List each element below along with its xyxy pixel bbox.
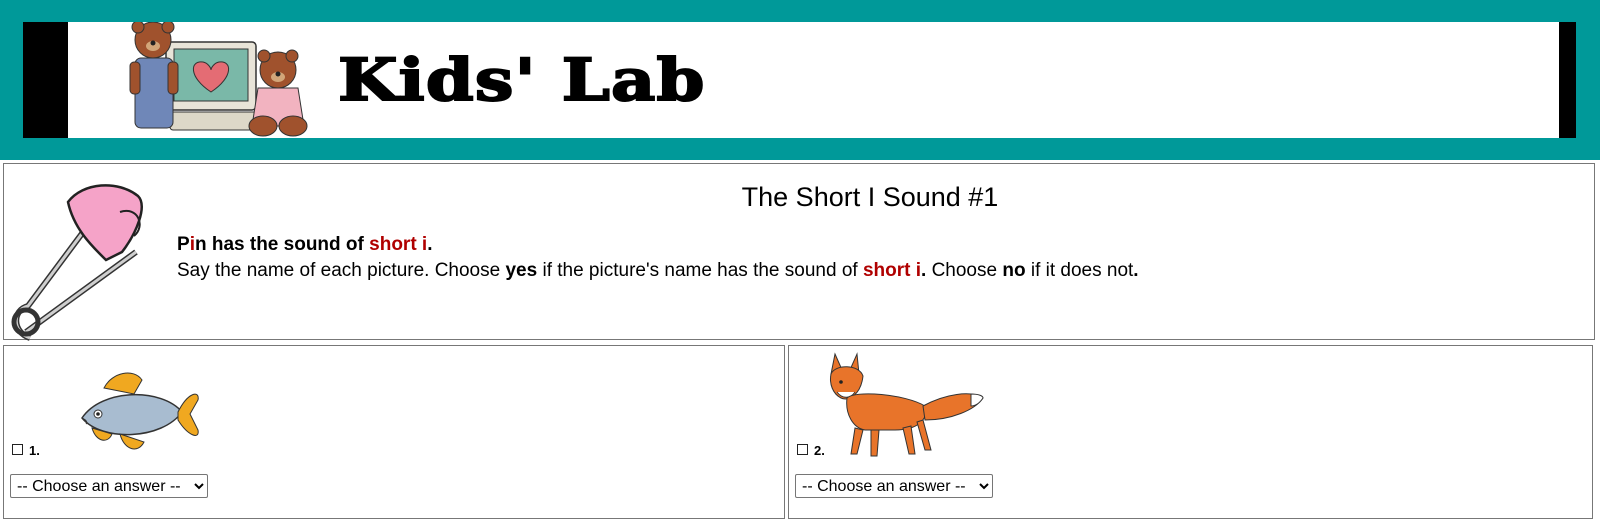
bears-computer-logo [129,22,308,137]
instructions-highlight: short i [862,260,922,281]
subtitle-text: has the sound of [206,234,370,255]
question-2-answer-select[interactable]: -- Choose an answer -- yes no [795,474,993,498]
instructions-text-3: Choose [926,260,1003,281]
lesson-instructions: Say the name of each picture. Choose yes… [177,260,1139,282]
lesson-subtitle: Pin has the sound of short i. [177,234,432,256]
lesson-intro: The Short I Sound #1 Pin has the sound o… [3,163,1595,341]
question-1: 1. -- Choose an answer -- yes no [3,345,785,519]
question-2: 2. -- Choose an answer -- yes no [788,345,1593,519]
header-banner: Kids' Lab [23,22,1576,138]
letter-p: P [177,234,190,255]
question-1-checkbox[interactable] [12,444,23,455]
instructions-text-2: if the picture's name has the sound of [537,260,863,281]
fish-icon [81,372,199,450]
letter-n: n [194,234,207,255]
fox-icon [830,352,984,457]
question-1-number: 1. [29,443,40,458]
page-title: The Short I Sound #1 [741,182,999,212]
banner-right-bar [1559,22,1576,138]
subtitle-highlight: short i [369,234,428,255]
instructions-yes: yes [505,260,538,281]
instructions-end: . [1133,260,1139,281]
site-brand-title: Kids' Lab [337,45,706,115]
instructions-no: no [1002,260,1026,281]
subtitle-end: . [427,234,433,255]
question-1-answer-select[interactable]: -- Choose an answer -- yes no [10,474,208,498]
question-2-checkbox[interactable] [797,444,808,455]
banner-left-bar [23,22,68,138]
site-header: Kids' Lab [0,0,1600,160]
question-2-number: 2. [814,443,825,458]
instructions-text-4: if it does not [1025,260,1134,281]
instructions-text-1: Say the name of each picture. Choose [177,260,506,281]
